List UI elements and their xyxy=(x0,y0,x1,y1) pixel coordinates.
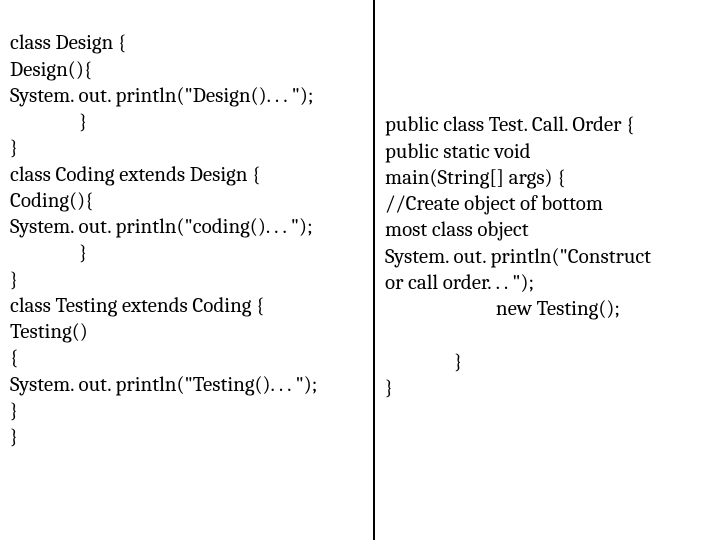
code-line: } xyxy=(385,350,462,374)
code-line: Testing() xyxy=(10,320,88,344)
code-line: class Testing extends Coding { xyxy=(10,294,264,318)
code-line: System. out. println("Construct xyxy=(385,245,651,269)
code-line: Design(){ xyxy=(10,58,92,82)
code-line: System. out. println("coding(). . . "); xyxy=(10,215,313,239)
code-line: { xyxy=(10,346,18,370)
code-line: System. out. println("Design(). . . "); xyxy=(10,84,313,108)
code-line: } xyxy=(385,376,393,400)
code-line: or call order. . . "); xyxy=(385,271,534,295)
code-line: public class Test. Call. Order { xyxy=(385,113,634,137)
code-line: } xyxy=(10,425,18,449)
code-line: } xyxy=(10,110,87,134)
code-line: new Testing(); xyxy=(385,297,620,321)
code-line: class Coding extends Design { xyxy=(10,163,260,187)
code-line: most class object xyxy=(385,218,529,242)
code-line: } xyxy=(10,136,18,160)
left-code-column: class Design { Design(){ System. out. pr… xyxy=(0,0,375,540)
code-line: System. out. println("Testing(). . . "); xyxy=(10,373,317,397)
code-slide: class Design { Design(){ System. out. pr… xyxy=(0,0,720,540)
code-line: main(String[] args) { xyxy=(385,166,565,190)
code-line: class Design { xyxy=(10,31,126,55)
code-line: } xyxy=(10,399,18,423)
code-line: public static void xyxy=(385,140,531,164)
code-line: } xyxy=(10,241,87,265)
right-code-column: public class Test. Call. Order { public … xyxy=(375,0,720,540)
code-line: } xyxy=(10,268,18,292)
code-line: //Create object of bottom xyxy=(385,192,603,216)
code-line: Coding(){ xyxy=(10,189,93,213)
